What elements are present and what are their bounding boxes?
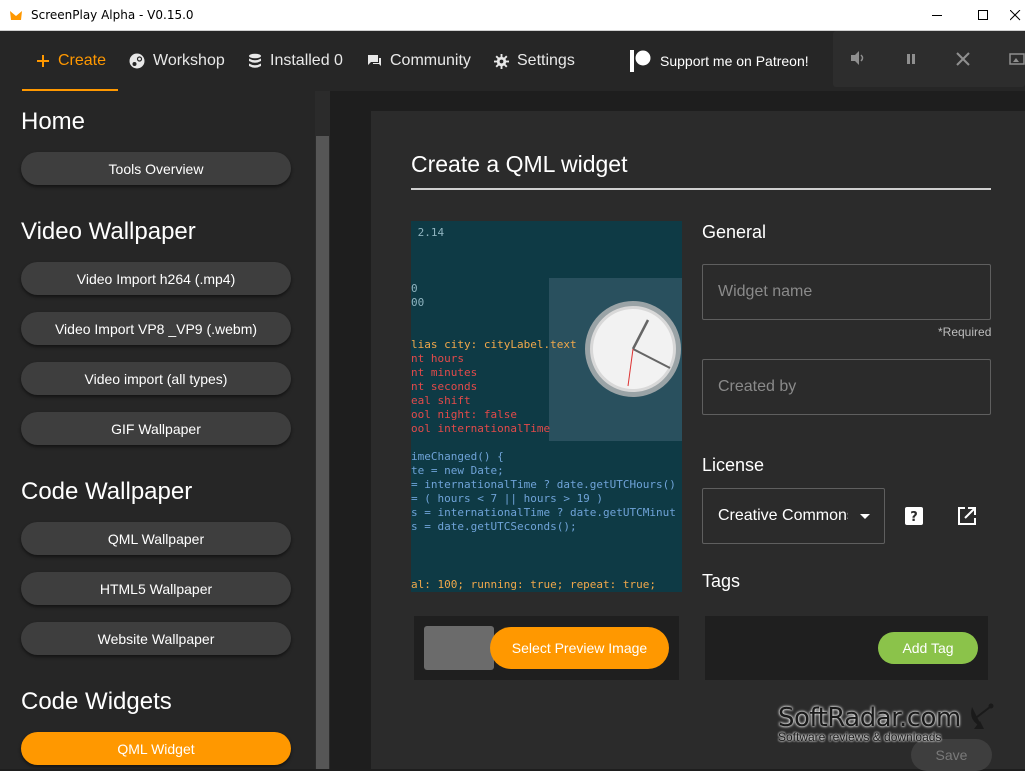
qml-widget-button[interactable]: QML Widget: [21, 732, 291, 765]
html5-wallpaper-button[interactable]: HTML5 Wallpaper: [21, 572, 291, 605]
code-line: imeChanged() {: [411, 450, 504, 463]
widget-name-field[interactable]: [702, 264, 991, 320]
code-line: nt seconds: [411, 380, 478, 393]
nav-workshop-label: Workshop: [153, 52, 225, 69]
sidebar-scrollbar-thumb[interactable]: [316, 136, 329, 769]
code-line: nt minutes: [411, 366, 478, 379]
nav-settings-label: Settings: [517, 52, 575, 69]
code-line: 0: [411, 282, 418, 295]
close-window-button[interactable]: [1006, 0, 1025, 31]
maximize-button[interactable]: [960, 0, 1006, 31]
preview-thumbnail: [424, 626, 494, 670]
chevron-down-icon: [860, 514, 870, 519]
sidebar: Home Tools Overview Video Wallpaper Vide…: [0, 91, 315, 769]
close-icon[interactable]: [956, 52, 970, 66]
required-note: *Required: [938, 325, 992, 339]
watermark-sub: Software reviews & downloads: [778, 730, 942, 744]
code-line: 2.14: [411, 226, 445, 239]
code-line: = internationalTime ? date.getUTCHours(): [411, 478, 676, 491]
license-select-value: Creative Commons: [718, 507, 848, 524]
section-title-home: Home: [21, 108, 86, 135]
code-line: = ( hours < 7 || hours > 19 ): [411, 492, 604, 505]
video-import-vp8-vp9-button[interactable]: Video Import VP8 _VP9 (.webm): [21, 312, 291, 345]
nav-community-label: Community: [390, 52, 471, 69]
select-preview-image-button[interactable]: Select Preview Image: [490, 627, 669, 669]
nav-create-label: Create: [58, 52, 107, 69]
nav-installed-label: Installed 0: [270, 52, 343, 69]
wallpaper-icon[interactable]: [1009, 53, 1025, 67]
chat-icon: [368, 55, 381, 66]
gif-wallpaper-button[interactable]: GIF Wallpaper: [21, 412, 291, 445]
license-help-button[interactable]: ?: [903, 505, 925, 527]
widget-name-input[interactable]: [703, 265, 990, 319]
code-line: al: 100; running: true; repeat: true;: [411, 578, 657, 591]
nav-workshop[interactable]: Workshop: [129, 31, 225, 91]
tools-overview-button[interactable]: Tools Overview: [21, 152, 291, 185]
website-wallpaper-button[interactable]: Website Wallpaper: [21, 622, 291, 655]
code-line: nt hours: [411, 352, 464, 365]
svg-text:?: ?: [910, 510, 918, 525]
patreon-label: Support me on Patreon!: [660, 53, 809, 69]
watermark: SoftRadar.com Software reviews & downloa…: [778, 703, 994, 744]
title-bar: ScreenPlay Alpha - V0.15.0: [0, 0, 1025, 31]
add-tag-button[interactable]: Add Tag: [878, 632, 978, 664]
preview-image: 2.14 0 00 lias city: cityLabel.text nt hours…: [411, 221, 682, 592]
code-line: 00: [411, 296, 425, 309]
license-label: License: [702, 455, 765, 475]
general-label: General: [702, 222, 767, 242]
pause-icon[interactable]: [906, 53, 916, 65]
patreon-link[interactable]: Support me on Patreon!: [628, 48, 809, 74]
qml-wallpaper-button[interactable]: QML Wallpaper: [21, 522, 291, 555]
code-line: s = internationalTime ? date.getUTCMinut: [411, 506, 676, 519]
patreon-icon: [630, 50, 651, 72]
section-title-video-wallpaper: Video Wallpaper: [21, 218, 196, 245]
created-by-field[interactable]: [702, 359, 991, 415]
section-title-code-wallpaper: Code Wallpaper: [21, 478, 193, 505]
app-logo-icon: [10, 11, 22, 20]
nav-community[interactable]: Community: [367, 31, 471, 91]
license-select[interactable]: Creative Commons: [702, 488, 885, 544]
external-link-icon: [958, 507, 976, 525]
code-line: s = date.getUTCSeconds();: [411, 520, 577, 533]
steam-icon: [129, 53, 145, 69]
watermark-main: SoftRadar.com: [778, 703, 961, 733]
help-icon: ?: [905, 507, 923, 525]
page-title: Create a QML widget: [411, 151, 628, 177]
title-divider: [411, 188, 991, 190]
nav-create[interactable]: Create: [36, 31, 106, 91]
wallpaper-controls: [833, 31, 1025, 87]
satellite-dish-icon: [971, 703, 994, 729]
database-icon: [249, 53, 261, 68]
video-import-all-button[interactable]: Video import (all types): [21, 362, 291, 395]
minimize-button[interactable]: [914, 0, 960, 31]
video-import-h264-button[interactable]: Video Import h264 (.mp4): [21, 262, 291, 295]
gear-icon: [494, 53, 509, 69]
nav-installed[interactable]: Installed 0: [248, 31, 343, 91]
window-title: ScreenPlay Alpha - V0.15.0: [31, 8, 194, 22]
created-by-input[interactable]: [703, 360, 990, 414]
code-line: ool internationalTime: [411, 422, 551, 435]
code-line: eal shift: [411, 394, 471, 407]
code-line: ool night: false: [411, 408, 517, 421]
tags-label: Tags: [702, 571, 741, 591]
volume-icon[interactable]: [849, 49, 867, 67]
clock-icon: [585, 301, 681, 397]
code-line: te = new Date;: [411, 464, 504, 477]
license-open-link-button[interactable]: [956, 505, 978, 527]
nav-settings[interactable]: Settings: [494, 31, 575, 91]
code-line: lias city: cityLabel.text: [411, 338, 577, 351]
section-title-code-widgets: Code Widgets: [21, 688, 172, 715]
plus-icon: [37, 55, 49, 67]
